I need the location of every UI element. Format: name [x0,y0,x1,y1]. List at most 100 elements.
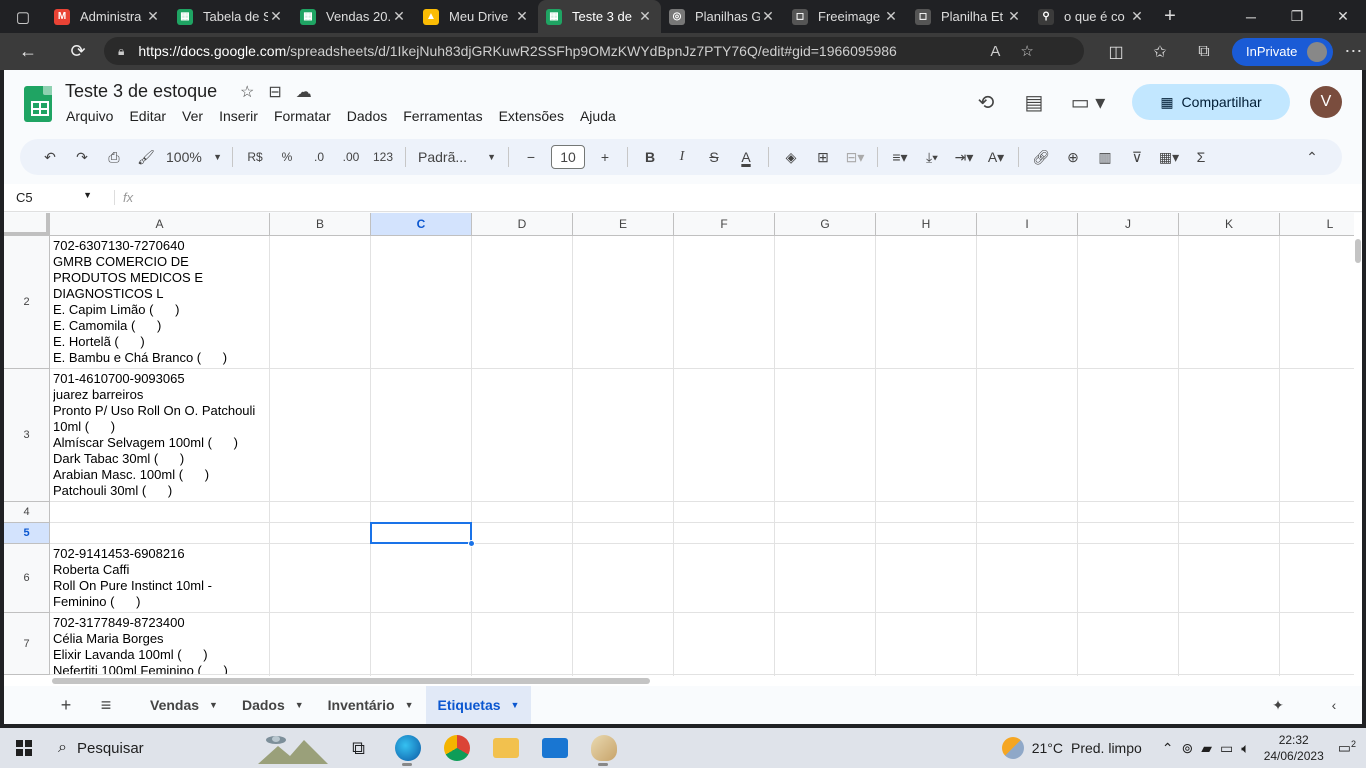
add-sheet-icon[interactable]: + [46,695,86,716]
collapse-toolbar-icon[interactable]: ⌃ [1296,143,1328,171]
mail-icon[interactable] [530,728,579,768]
menu-item[interactable]: Editar [129,108,166,124]
vertical-scroll-thumb[interactable] [1355,239,1361,263]
app-tray-icon[interactable]: ⊚ [1182,740,1194,757]
column-header[interactable]: B [270,213,371,236]
sheet-tab[interactable]: Vendas ▼ [138,686,230,724]
notification-center-icon[interactable]: ▭2 [1338,739,1356,757]
collapse-side-icon[interactable]: ‹ [1306,697,1362,714]
column-header[interactable]: H [876,213,977,236]
clock[interactable]: 22:32 24/06/2023 [1264,732,1324,764]
explore-icon[interactable]: ✦ [1250,697,1306,714]
file-explorer-icon[interactable] [481,728,530,768]
tab-actions-icon[interactable]: ▢ [0,0,46,33]
insert-chart-icon[interactable]: ▥ [1089,143,1121,171]
text-color-icon[interactable]: A [730,143,762,171]
move-folder-icon[interactable]: ⊟ [268,82,281,102]
borders-icon[interactable]: ⊞ [807,143,839,171]
increase-font-size-icon[interactable]: + [589,143,621,171]
edge-browser-icon[interactable] [383,728,432,768]
column-header[interactable]: A [50,213,270,236]
meet-icon[interactable]: ▭ ▾ [1058,90,1118,115]
print-icon[interactable]: ⎙ [98,143,130,171]
spreadsheet-grid[interactable]: A B C D E F G H I J K L 2 702-6307130-7270640 GMRB CO… [4,213,1354,676]
sheet-tab[interactable]: Etiquetas ▼ [425,686,532,724]
weather-description[interactable]: Pred. limpo [1071,740,1142,756]
star-icon[interactable]: ☆ [240,82,254,102]
row-header[interactable]: 4 [4,502,50,523]
menu-item[interactable]: Arquivo [66,108,113,124]
drive-tray-icon[interactable]: ▰ [1201,740,1212,757]
sheet-tab-dropdown-icon[interactable]: ▼ [295,700,304,710]
menu-item[interactable]: Dados [347,108,387,124]
tab-close-icon[interactable]: ✕ [883,8,899,25]
menu-item[interactable]: Inserir [219,108,258,124]
functions-icon[interactable]: Σ [1185,143,1217,171]
taskbar-search[interactable]: ⌕ Pesquisar [48,728,334,768]
tab-close-icon[interactable]: ✕ [1129,8,1145,25]
menu-item[interactable]: Ver [182,108,203,124]
chrome-icon[interactable] [432,728,481,768]
decrease-decimal-button[interactable]: .0 [303,143,335,171]
all-sheets-icon[interactable]: ≡ [86,695,126,716]
cell-a3[interactable]: 701-4610700-9093065 juarez barreiros Pro… [53,371,269,501]
bold-icon[interactable]: B [634,143,666,171]
name-box[interactable]: C5 ▼ [4,190,100,205]
percent-format-button[interactable]: % [271,143,303,171]
row-header[interactable]: 2 [4,236,50,369]
strikethrough-icon[interactable]: S [698,143,730,171]
show-hidden-icons-icon[interactable]: ⌃ [1162,740,1174,757]
menu-item[interactable]: Formatar [274,108,331,124]
column-header[interactable]: D [472,213,573,236]
user-avatar[interactable]: V [1310,86,1342,118]
tab-close-icon[interactable]: ✕ [145,8,161,25]
tab-close-icon[interactable]: ✕ [391,8,407,25]
column-header[interactable]: E [573,213,674,236]
read-aloud-icon[interactable]: A [990,43,1000,60]
sheet-tab-dropdown-icon[interactable]: ▼ [209,700,218,710]
decrease-font-size-icon[interactable]: − [515,143,547,171]
favorite-star-icon[interactable]: ☆ [1020,42,1033,60]
menu-item[interactable]: Ferramentas [403,108,482,124]
italic-icon[interactable]: I [666,143,698,171]
sheets-logo-icon[interactable] [24,86,52,122]
favorites-icon[interactable]: ✩ [1138,42,1182,62]
selected-cell[interactable] [370,522,472,544]
menu-item[interactable]: Extensões [499,108,564,124]
tab-close-icon[interactable]: ✕ [760,8,776,25]
new-tab-button[interactable]: + [1153,0,1187,33]
column-header[interactable]: J [1078,213,1179,236]
weather-icon[interactable] [1001,737,1024,759]
column-header[interactable]: F [674,213,775,236]
refresh-icon[interactable]: ⟳ [56,33,100,70]
tab-close-icon[interactable]: ✕ [1006,8,1022,25]
sheet-tab[interactable]: Inventário ▼ [316,686,426,724]
paint-icon[interactable] [579,728,628,768]
comments-icon[interactable]: ▤ [1010,90,1058,115]
browser-tab[interactable]: ▲ Meu Drive ✕ [415,0,538,33]
menu-item[interactable]: Ajuda [580,108,616,124]
cell-a6[interactable]: 702-9141453-6908216 Roberta Caffi Roll O… [53,546,269,612]
increase-decimal-button[interactable]: .00 [335,143,367,171]
column-header[interactable]: I [977,213,1078,236]
cell-a2[interactable]: 702-6307130-7270640 GMRB COMERCIO DE PRO… [53,238,269,368]
start-button[interactable] [0,740,48,756]
url-field[interactable]: 🔒︎ https://docs.google.com/spreadsheets/… [104,37,1084,65]
text-rotation-icon[interactable]: A▾ [980,143,1012,171]
browser-tab[interactable]: ◻ Planilha Et ✕ [907,0,1030,33]
column-header[interactable]: L [1280,213,1354,236]
sheet-tab-dropdown-icon[interactable]: ▼ [405,700,414,710]
row-header[interactable]: 7 [4,613,50,675]
browser-tab[interactable]: ◎ Planilhas G ✕ [661,0,784,33]
sheet-tab[interactable]: Dados ▼ [230,686,316,724]
browser-menu-icon[interactable]: ⋯ [1333,41,1366,62]
split-screen-icon[interactable]: ◫ [1094,42,1138,62]
collections-icon[interactable]: ⧉ [1182,43,1226,61]
insert-comment-icon[interactable]: ⊕ [1057,143,1089,171]
cell-a5[interactable] [53,525,269,543]
filter-views-icon[interactable]: ▦▾ [1153,143,1185,171]
version-history-icon[interactable]: ⟲ [962,90,1010,115]
merge-cells-icon[interactable]: ⊟▾ [839,143,871,171]
column-header[interactable]: G [775,213,876,236]
vertical-scrollbar[interactable] [1354,213,1362,676]
